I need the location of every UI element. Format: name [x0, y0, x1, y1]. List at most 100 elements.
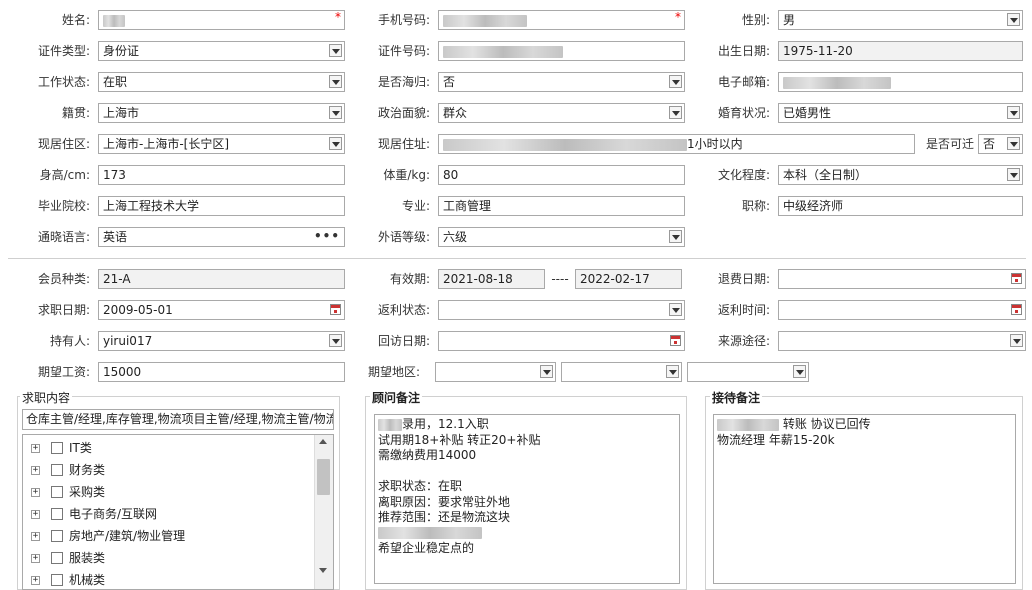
residence-select[interactable]: 上海市-上海市-[长宁区] — [98, 134, 345, 154]
note-line — [378, 526, 676, 542]
name-input[interactable]: * — [98, 10, 345, 30]
chevron-down-icon[interactable] — [1007, 137, 1020, 150]
note-line — [378, 464, 676, 480]
more-dots-icon[interactable]: ••• — [314, 228, 340, 245]
region-district-select[interactable] — [687, 362, 809, 382]
chevron-down-icon[interactable] — [669, 230, 682, 243]
range-separator: ---- — [551, 272, 569, 286]
school-input[interactable]: 上海工程技术大学 — [98, 196, 345, 216]
workstatus-select[interactable]: 在职 — [98, 72, 345, 92]
region-city-select[interactable] — [561, 362, 682, 382]
gender-value: 男 — [783, 13, 796, 27]
returnee-select[interactable]: 否 — [438, 72, 685, 92]
expand-plus-icon[interactable]: + — [31, 554, 40, 563]
chevron-down-icon[interactable] — [669, 303, 682, 316]
chevron-down-icon[interactable] — [1007, 106, 1020, 119]
chevron-down-icon[interactable] — [540, 365, 553, 378]
reception-note-textarea[interactable]: 转账 协议已回传 物流经理 年薪15-20k — [713, 414, 1016, 584]
email-label: 电子邮箱: — [717, 75, 770, 89]
chevron-down-icon[interactable] — [329, 334, 342, 347]
rebate-status-label: 返利状态: — [377, 303, 430, 317]
checkbox[interactable] — [51, 442, 63, 454]
chevron-down-icon[interactable] — [329, 44, 342, 57]
expand-plus-icon[interactable]: + — [31, 576, 40, 585]
rebate-time-input[interactable] — [778, 300, 1026, 320]
political-label: 政治面貌: — [377, 106, 430, 120]
expand-plus-icon[interactable]: + — [31, 488, 40, 497]
expand-plus-icon[interactable]: + — [31, 466, 40, 475]
source-select[interactable] — [778, 331, 1026, 351]
idtype-label: 证件类型: — [37, 44, 90, 58]
consultant-note-textarea[interactable]: 录用，12.1入职 试用期18+补贴 转正20+补贴 需缴纳费用14000 求职… — [374, 414, 680, 584]
chevron-down-icon[interactable] — [669, 75, 682, 88]
expand-plus-icon[interactable]: + — [31, 444, 40, 453]
tree-scrollbar[interactable] — [314, 435, 333, 589]
language-label: 通晓语言: — [37, 230, 90, 244]
email-input[interactable] — [778, 72, 1023, 92]
chevron-down-icon[interactable] — [1007, 13, 1020, 26]
political-select[interactable]: 群众 — [438, 103, 685, 123]
checkbox[interactable] — [51, 464, 63, 476]
scroll-thumb[interactable] — [317, 459, 330, 495]
holder-select[interactable]: yirui017 — [98, 331, 345, 351]
calendar-icon[interactable] — [1011, 273, 1022, 284]
chevron-down-icon[interactable] — [329, 75, 342, 88]
job-category-tree[interactable]: + IT类 + 财务类 + 采购类 + 电子商务/互联网 + 房地产/建筑/物业… — [22, 434, 334, 590]
chevron-down-icon[interactable] — [793, 365, 806, 378]
region-province-select[interactable] — [435, 362, 556, 382]
chevron-down-icon[interactable] — [329, 106, 342, 119]
height-input[interactable]: 173 — [98, 165, 345, 185]
language-value: 英语 — [103, 230, 128, 244]
checkbox[interactable] — [51, 508, 63, 520]
phone-input[interactable]: * — [438, 10, 685, 30]
birth-value: 1975-11-20 — [783, 44, 853, 58]
checkbox[interactable] — [51, 530, 63, 542]
language-picker[interactable]: 英语 ••• — [98, 227, 345, 247]
checkbox[interactable] — [51, 552, 63, 564]
gender-select[interactable]: 男 — [778, 10, 1023, 30]
chevron-down-icon[interactable] — [666, 365, 679, 378]
scroll-down-arrow-icon[interactable] — [319, 568, 327, 573]
checkbox[interactable] — [51, 574, 63, 586]
job-content-selected-input[interactable]: 仓库主管/经理,库存管理,物流项目主管/经理,物流主管/物流 — [22, 409, 334, 430]
redacted-text — [717, 418, 779, 431]
chevron-down-icon[interactable] — [669, 106, 682, 119]
salary-input[interactable]: 15000 — [98, 362, 345, 382]
marital-select[interactable]: 已婚男性 — [778, 103, 1023, 123]
chevron-down-icon[interactable] — [1010, 334, 1023, 347]
note-line: 转账 协议已回传 — [717, 417, 1012, 433]
foreign-level-select[interactable]: 六级 — [438, 227, 685, 247]
expand-plus-icon[interactable]: + — [31, 532, 40, 541]
idtype-select[interactable]: 身份证 — [98, 41, 345, 61]
idno-input[interactable] — [438, 41, 685, 61]
relocate-select[interactable]: 否 — [978, 134, 1023, 154]
expand-plus-icon[interactable]: + — [31, 510, 40, 519]
calendar-icon[interactable] — [1011, 304, 1022, 315]
redacted-text — [378, 527, 482, 539]
valid-to-value: 2022-02-17 — [580, 272, 650, 286]
rebate-status-select[interactable] — [438, 300, 685, 320]
job-date-input[interactable]: 2009-05-01 — [98, 300, 345, 320]
checkbox[interactable] — [51, 486, 63, 498]
education-select[interactable]: 本科（全日制） — [778, 165, 1023, 185]
consultant-note-title: 顾问备注 — [370, 389, 423, 406]
weight-input[interactable]: 80 — [438, 165, 685, 185]
note-line: 试用期18+补贴 转正20+补贴 — [378, 432, 541, 447]
chevron-down-icon[interactable] — [1007, 168, 1020, 181]
native-value: 上海市 — [103, 106, 140, 120]
region-label: 期望地区: — [368, 365, 421, 379]
valid-from-field: 2021-08-18 — [438, 269, 545, 289]
major-input[interactable]: 工商管理 — [438, 196, 685, 216]
scroll-up-arrow-icon[interactable] — [319, 439, 327, 444]
title-input[interactable]: 中级经济师 — [778, 196, 1023, 216]
refund-date-input[interactable] — [778, 269, 1026, 289]
calendar-icon[interactable] — [670, 335, 681, 346]
chevron-down-icon[interactable] — [329, 137, 342, 150]
height-label: 身高/cm: — [39, 168, 90, 182]
address-input[interactable]: 1小时以内 — [438, 134, 915, 154]
residence-label: 现居住区: — [37, 137, 90, 151]
native-select[interactable]: 上海市 — [98, 103, 345, 123]
revisit-date-input[interactable] — [438, 331, 685, 351]
calendar-icon[interactable] — [330, 304, 341, 315]
address-value-redacted — [443, 138, 687, 151]
